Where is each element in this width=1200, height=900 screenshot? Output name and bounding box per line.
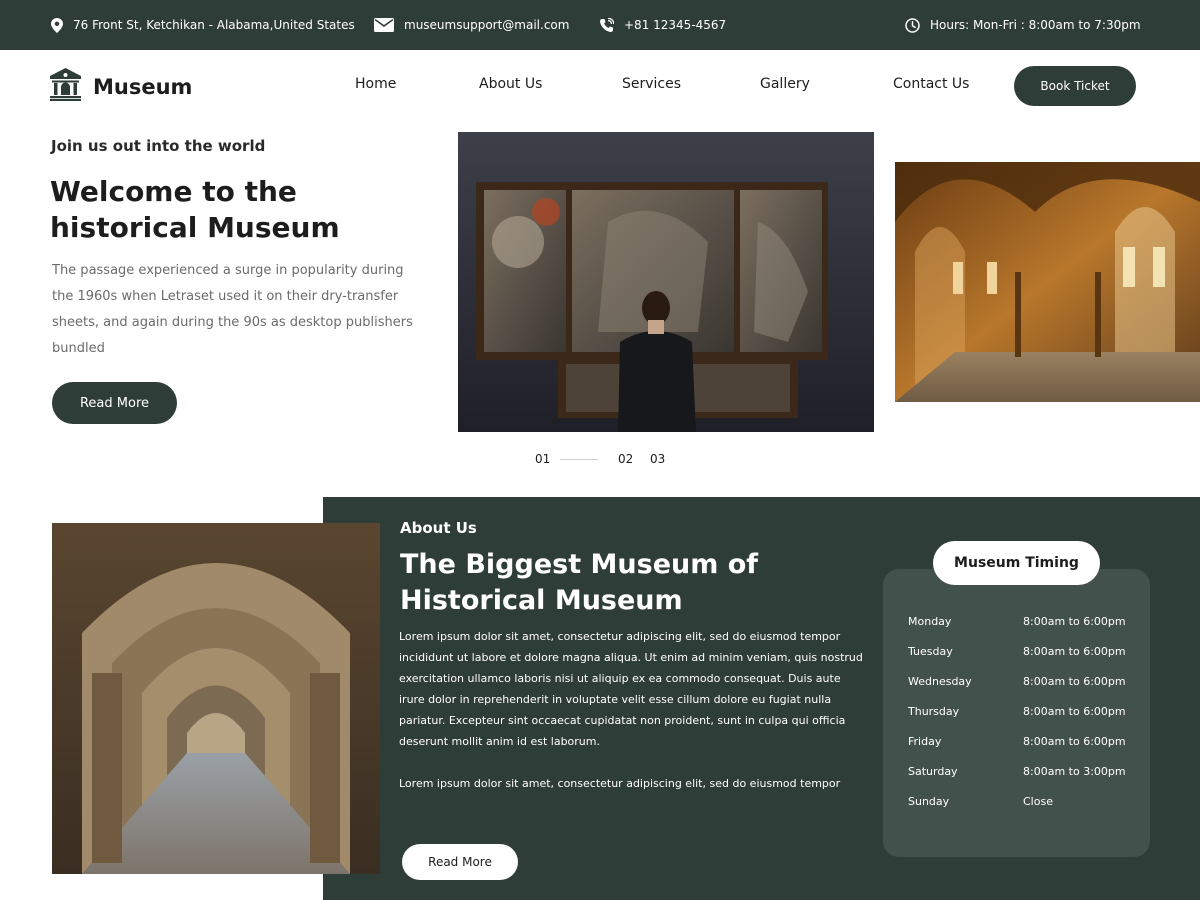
brand-logo[interactable]: Museum bbox=[50, 68, 192, 105]
nav-contact-us[interactable]: Contact Us bbox=[893, 76, 969, 92]
phone-text[interactable]: +81 12345-4567 bbox=[624, 18, 726, 32]
phone-info[interactable]: +81 12345-4567 bbox=[599, 0, 726, 50]
about-read-more-button[interactable]: Read More bbox=[402, 844, 518, 880]
timing-row: Friday 8:00am to 6:00pm bbox=[908, 735, 1128, 755]
hero-title-line-1: Welcome to the bbox=[50, 175, 297, 208]
nav-about-us[interactable]: About Us bbox=[479, 76, 542, 92]
timing-day: Tuesday bbox=[908, 645, 953, 658]
nav-gallery[interactable]: Gallery bbox=[760, 76, 810, 92]
timing-hours: Close bbox=[1023, 795, 1053, 808]
book-ticket-button[interactable]: Book Ticket bbox=[1014, 66, 1136, 106]
timing-day: Friday bbox=[908, 735, 942, 748]
timing-hours: 8:00am to 6:00pm bbox=[1023, 675, 1126, 688]
timing-day: Thursday bbox=[908, 705, 960, 718]
slide-indicator-2[interactable]: 02 bbox=[618, 452, 633, 466]
museum-timing-title: Museum Timing bbox=[933, 541, 1100, 585]
timing-day: Sunday bbox=[908, 795, 950, 808]
hero-title-line-2: historical Museum bbox=[50, 211, 340, 244]
timing-day: Wednesday bbox=[908, 675, 972, 688]
museum-building-icon bbox=[50, 68, 81, 105]
slide-progress-line bbox=[560, 459, 598, 460]
nav-services[interactable]: Services bbox=[622, 76, 681, 92]
address-text: 76 Front St, Ketchikan - Alabama,United … bbox=[73, 18, 355, 32]
location-pin-icon bbox=[51, 17, 63, 33]
address-info: 76 Front St, Ketchikan - Alabama,United … bbox=[51, 0, 355, 50]
email-info[interactable]: museumsupport@mail.com bbox=[374, 0, 569, 50]
slide-indicator-1[interactable]: 01 bbox=[535, 452, 550, 466]
brand-name: Museum bbox=[93, 74, 193, 99]
hero-read-more-button[interactable]: Read More bbox=[52, 382, 177, 424]
hours-text: Hours: Mon-Fri : 8:00am to 7:30pm bbox=[930, 18, 1141, 32]
hero-description: The passage experienced a surge in popul… bbox=[52, 263, 413, 356]
timing-row: Monday 8:00am to 6:00pm bbox=[908, 615, 1128, 635]
timing-hours: 8:00am to 6:00pm bbox=[1023, 615, 1126, 628]
timing-hours: 8:00am to 6:00pm bbox=[1023, 735, 1126, 748]
timing-hours: 8:00am to 6:00pm bbox=[1023, 705, 1126, 718]
about-paragraph-1: Lorem ipsum dolor sit amet, consectetur … bbox=[399, 630, 863, 748]
slide-indicator-3[interactable]: 03 bbox=[650, 452, 665, 466]
timing-row: Thursday 8:00am to 6:00pm bbox=[908, 705, 1128, 725]
timing-day: Saturday bbox=[908, 765, 958, 778]
timing-row: Tuesday 8:00am to 6:00pm bbox=[908, 645, 1128, 665]
hero-title: Welcome to the historical Museum bbox=[50, 174, 430, 246]
envelope-icon bbox=[374, 18, 394, 32]
about-title-line-1: The Biggest Museum of bbox=[400, 549, 759, 580]
about-label: About Us bbox=[400, 519, 477, 537]
timing-row: Sunday Close bbox=[908, 795, 1128, 815]
phone-icon bbox=[599, 17, 614, 33]
timing-hours: 8:00am to 3:00pm bbox=[1023, 765, 1126, 778]
top-info-bar: 76 Front St, Ketchikan - Alabama,United … bbox=[0, 0, 1200, 50]
timing-day: Monday bbox=[908, 615, 952, 628]
about-title: The Biggest Museum of Historical Museum bbox=[400, 547, 840, 619]
clock-icon bbox=[905, 17, 920, 33]
hero-gallery-image bbox=[458, 132, 874, 432]
gothic-interior-image bbox=[895, 162, 1200, 402]
email-text[interactable]: museumsupport@mail.com bbox=[404, 18, 569, 32]
arched-corridor-image bbox=[52, 523, 380, 874]
about-paragraph-2: Lorem ipsum dolor sit amet, consectetur … bbox=[399, 777, 841, 790]
hero-subtitle: Join us out into the world bbox=[51, 137, 266, 155]
timing-row: Saturday 8:00am to 3:00pm bbox=[908, 765, 1128, 785]
about-title-line-2: Historical Museum bbox=[400, 585, 683, 616]
timing-row: Wednesday 8:00am to 6:00pm bbox=[908, 675, 1128, 695]
hours-info: Hours: Mon-Fri : 8:00am to 7:30pm bbox=[905, 0, 1141, 50]
timing-hours: 8:00am to 6:00pm bbox=[1023, 645, 1126, 658]
nav-home[interactable]: Home bbox=[355, 76, 396, 92]
